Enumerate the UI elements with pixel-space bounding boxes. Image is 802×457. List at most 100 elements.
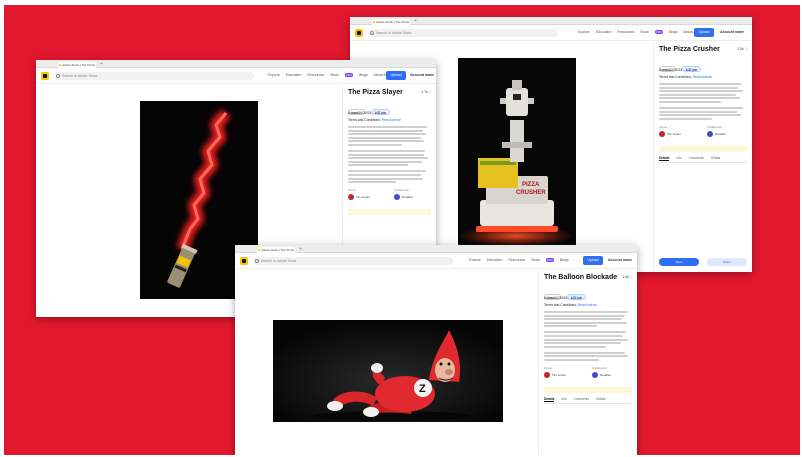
nav-resources[interactable]: Resources <box>617 30 634 34</box>
artwork-title: The Pizza Slayer <box>348 89 403 96</box>
nav-explore[interactable]: Explore <box>469 258 481 262</box>
artwork-image-balloon-blockade: Z <box>273 320 503 422</box>
site-logo[interactable] <box>355 29 363 37</box>
nav-blogs[interactable]: Blogs <box>669 30 678 34</box>
tab-favicon-icon <box>373 21 375 23</box>
collaborator-card[interactable]: Collaborator Noodlez <box>592 366 611 378</box>
tab-info[interactable]: Info <box>561 397 566 401</box>
like-count[interactable]: 1.5k ♡ <box>737 47 748 51</box>
browser-tab-bar: Adobe Stock | The Pizza × + <box>36 60 436 75</box>
description-text-2 <box>544 331 632 348</box>
site-logo[interactable] <box>240 257 248 265</box>
description-text-3 <box>544 351 632 361</box>
upload-button[interactable]: Upload <box>694 28 714 37</box>
avatar <box>394 194 400 201</box>
nav-stock[interactable]: Stock <box>330 73 339 77</box>
search-input[interactable]: Search in Adobe Stock <box>54 72 254 80</box>
site-header: Search in Adobe Stock Explore Education … <box>36 68 436 84</box>
search-input[interactable]: Search in Adobe Stock <box>368 29 558 37</box>
avatar <box>592 371 598 378</box>
tab-similar[interactable]: Similar <box>711 156 721 160</box>
collaborator-name: Noodlez <box>600 372 612 377</box>
new-tab-icon[interactable]: + <box>414 18 417 24</box>
notice-banner <box>659 145 747 152</box>
search-icon <box>56 74 60 78</box>
description-text <box>544 311 632 328</box>
like-count[interactable]: 1.6k ♡ <box>622 275 633 279</box>
image-text-crusher: CRUSHER <box>516 190 546 196</box>
notice-banner <box>348 209 431 216</box>
collage-background: Adobe Stock | The Pizza × + Search in Ad… <box>4 5 800 455</box>
tab-details[interactable]: Details <box>544 396 555 402</box>
account-menu[interactable]: Account name <box>608 258 632 262</box>
owner-card[interactable]: Owner Tim Jones <box>348 188 370 201</box>
collaborator-role-label: Collaborator <box>707 124 723 129</box>
tab-details[interactable]: Details <box>659 155 670 161</box>
browser-tab-bar: Adobe Stock | The Pizza × + <box>350 17 752 32</box>
like-count[interactable]: 1.7k ♡ <box>421 90 432 94</box>
new-tab-icon[interactable]: + <box>100 61 103 67</box>
tab-comments[interactable]: Comments <box>689 156 704 160</box>
collaborator-card[interactable]: Collaborator Noodlez <box>707 125 726 137</box>
nav-stock[interactable]: Stock <box>640 30 649 34</box>
owner-name: Tim Jones <box>667 131 681 136</box>
artwork-image-pizza-crusher: PIZZA CRUSHER <box>458 58 576 248</box>
tab-info[interactable]: Info <box>676 156 681 160</box>
nav-stock[interactable]: Stock <box>531 258 540 262</box>
owner-card[interactable]: Owner Tim Jones <box>659 125 681 137</box>
share-button[interactable]: Share <box>707 258 747 266</box>
upload-button[interactable]: Upload <box>583 256 603 265</box>
avatar <box>348 194 354 201</box>
tab-comments[interactable]: Comments <box>574 397 589 401</box>
nav-education[interactable]: Education <box>487 258 503 262</box>
nav-explore[interactable]: Explore <box>268 73 280 77</box>
collaborator-card[interactable]: Collaborator Noodlez <box>394 188 414 201</box>
save-button[interactable]: Save <box>659 258 699 266</box>
detail-tabs: Details Info Comments Similar <box>544 396 632 404</box>
license-line: Terms and Conditions: Read license <box>659 75 747 79</box>
artwork-title: The Pizza Crusher <box>659 46 720 53</box>
tab-similar[interactable]: Similar <box>596 397 606 401</box>
nav-education[interactable]: Education <box>596 30 612 34</box>
details-panel: The Pizza Crusher 1.5k ♡ Follow Hire me … <box>653 42 752 272</box>
nav-blogs[interactable]: Blogs <box>560 258 569 262</box>
description-text-2 <box>348 149 431 167</box>
search-input[interactable]: Search in Adobe Stock <box>253 257 453 265</box>
nav-resources[interactable]: Resources <box>508 258 525 262</box>
like-count-value: 1.5k <box>737 47 744 51</box>
site-header: Search in Adobe Stock Explore Education … <box>235 253 637 269</box>
nav-education[interactable]: Education <box>286 73 302 77</box>
account-menu[interactable]: Account name <box>410 73 434 77</box>
nav-explore[interactable]: Explore <box>578 30 590 34</box>
description-text-2 <box>659 106 747 120</box>
license-label: Terms and Conditions: <box>348 118 381 122</box>
collaborator-name: Noodlez <box>402 194 414 199</box>
license-line: Terms and Conditions: Read license <box>544 303 632 307</box>
owner-name: Tim Jones <box>552 372 566 377</box>
license-link[interactable]: Read license <box>693 75 712 79</box>
upload-button[interactable]: Upload <box>386 71 406 80</box>
added-date: Added 01/30/24 - 1:37 pm <box>544 296 583 300</box>
artwork-title: The Balloon Blockade <box>544 274 618 281</box>
owner-card[interactable]: Owner Tim Jones <box>544 366 566 378</box>
pizza-crusher-illustration: PIZZA CRUSHER <box>458 58 576 248</box>
site-logo[interactable] <box>41 72 49 80</box>
image-text-pizza: PIZZA <box>522 182 540 188</box>
collaborator-role-label: Collaborator <box>592 365 608 370</box>
collaborator-name: Noodlez <box>715 131 727 136</box>
costume-badge-letter: Z <box>419 383 426 395</box>
nav-blogs[interactable]: Blogs <box>359 73 368 77</box>
collaborator-role-label: Collaborator <box>394 188 410 193</box>
new-tab-icon[interactable]: + <box>299 246 302 252</box>
notice-banner <box>544 386 632 393</box>
license-link[interactable]: Read license <box>382 118 401 122</box>
owner-name: Tim Jones <box>356 194 370 199</box>
top-nav: Explore Education Resources Stock PRO Bl… <box>578 30 709 34</box>
license-link[interactable]: Read license <box>578 303 597 307</box>
tab-title: Adobe Stock | The Pizza <box>62 63 95 67</box>
description-text <box>659 83 747 103</box>
license-label: Terms and Conditions: <box>659 75 692 79</box>
nav-resources[interactable]: Resources <box>307 73 324 77</box>
avatar <box>544 371 550 378</box>
account-menu[interactable]: Account name <box>720 30 744 34</box>
